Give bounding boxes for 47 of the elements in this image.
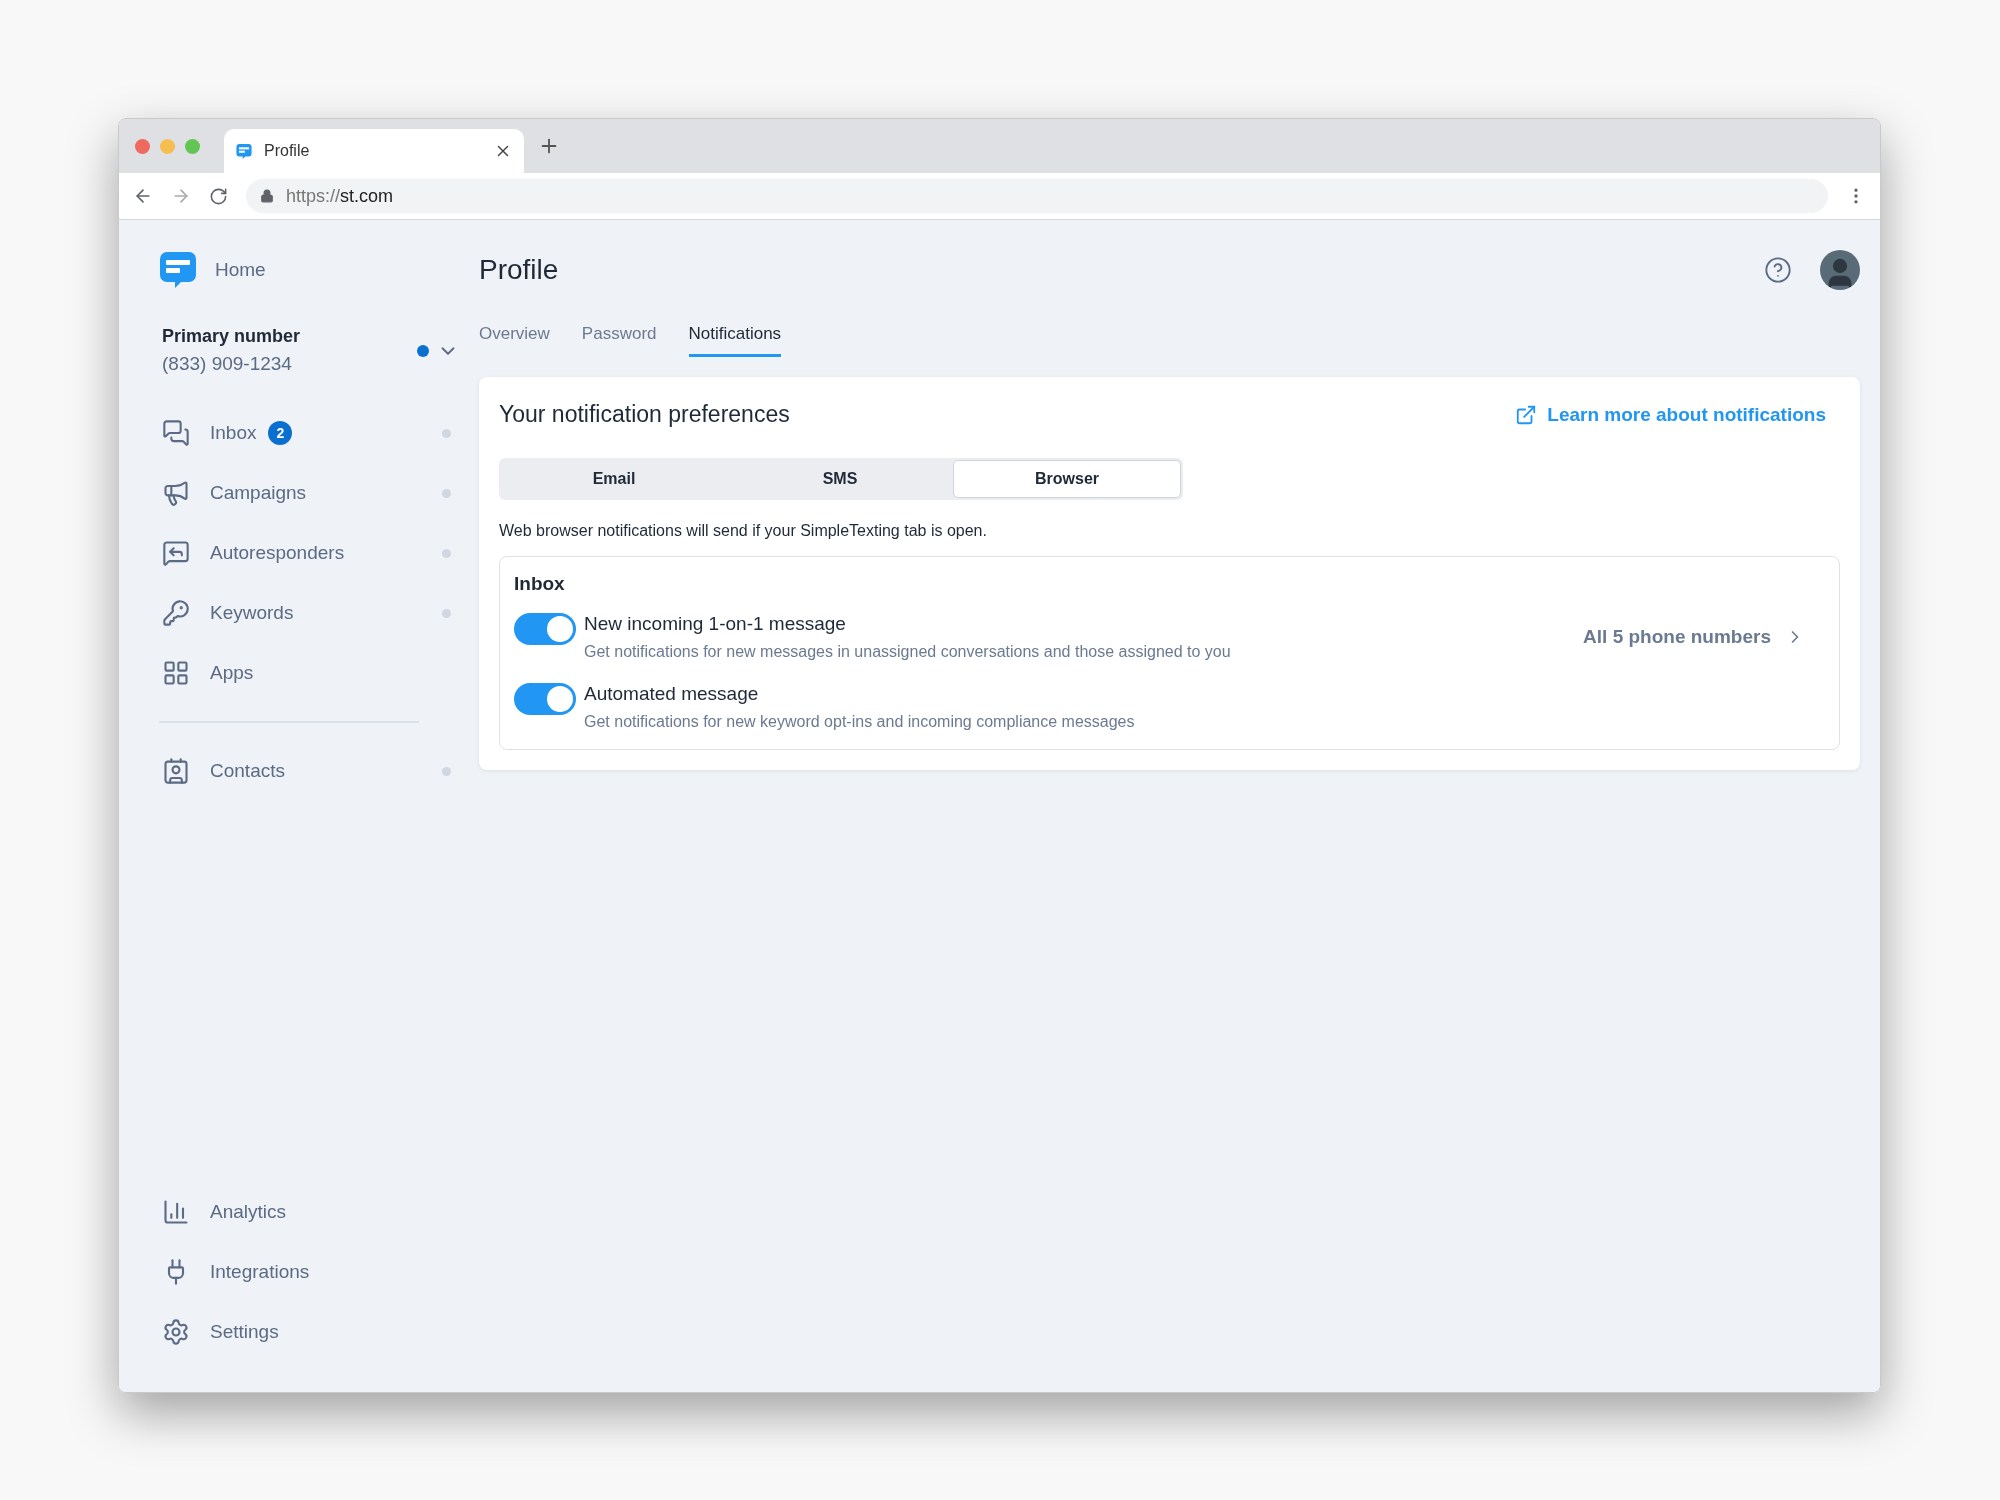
reply-bubble-icon <box>162 539 190 567</box>
chat-logo-icon <box>159 250 197 290</box>
browser-tab[interactable]: Profile <box>224 129 524 173</box>
setting-description: Get notifications for new keyword opt-ins and incoming compliance messages <box>584 713 1136 731</box>
chat-bubbles-icon <box>162 419 190 447</box>
setting-description: Get notifications for new messages in unassigned conversations and those assigned to you <box>584 643 1232 661</box>
help-icon[interactable] <box>1764 256 1792 284</box>
avatar[interactable] <box>1820 250 1860 290</box>
sidebar-item[interactable]: Inbox 2 <box>159 403 459 463</box>
settings-icon <box>162 1318 190 1346</box>
bar-chart-icon <box>162 1198 190 1226</box>
segment-button[interactable]: SMS <box>727 460 953 498</box>
sidebar-item[interactable]: Autoresponders <box>159 523 459 583</box>
home-link[interactable]: Home <box>159 250 459 290</box>
sidebar-item[interactable]: Contacts <box>159 741 459 801</box>
toggle-switch[interactable] <box>514 683 576 715</box>
lock-icon <box>260 189 274 203</box>
count-badge: 2 <box>268 421 293 445</box>
tab[interactable]: Password <box>581 324 657 357</box>
key-icon <box>162 599 190 627</box>
sidebar-item[interactable]: Campaigns <box>159 463 459 523</box>
card-title: Your notification preferences <box>499 401 791 428</box>
number-selector[interactable]: Primary number (833) 909-1234 <box>159 326 459 375</box>
section-title: Inbox <box>514 573 566 595</box>
segment-button[interactable]: Browser <box>953 460 1181 498</box>
sidebar-item[interactable]: Keywords <box>159 583 459 643</box>
setting-title: New incoming 1-on-1 message <box>584 613 847 635</box>
contact-card-icon <box>162 757 190 785</box>
grid-icon <box>162 659 190 687</box>
setting-title: Automated message <box>584 683 760 705</box>
phone-numbers-link[interactable]: All 5 phone numbers <box>1583 626 1805 648</box>
segment-button[interactable]: Email <box>501 460 727 498</box>
tab[interactable]: Overview <box>479 324 550 357</box>
tab[interactable]: Notifications <box>688 324 782 357</box>
sidebar-item[interactable]: Apps <box>159 643 459 703</box>
sidebar-item[interactable]: Integrations <box>159 1242 459 1302</box>
sidebar-item[interactable]: Analytics <box>159 1182 459 1242</box>
sidebar-item[interactable]: Settings <box>159 1302 459 1362</box>
address-bar[interactable]: https://st.com <box>246 179 1828 213</box>
page-title: Profile <box>479 254 560 286</box>
external-link-icon <box>1515 403 1538 426</box>
reload-icon[interactable] <box>209 186 228 206</box>
info-text: Web browser notifications will send if your SimpleTexting tab is open. <box>499 522 988 540</box>
learn-more-link[interactable]: Learn more about notifications <box>1515 403 1826 426</box>
chat-logo-icon <box>236 142 252 160</box>
megaphone-icon <box>162 479 190 507</box>
toggle-switch[interactable] <box>514 613 576 645</box>
